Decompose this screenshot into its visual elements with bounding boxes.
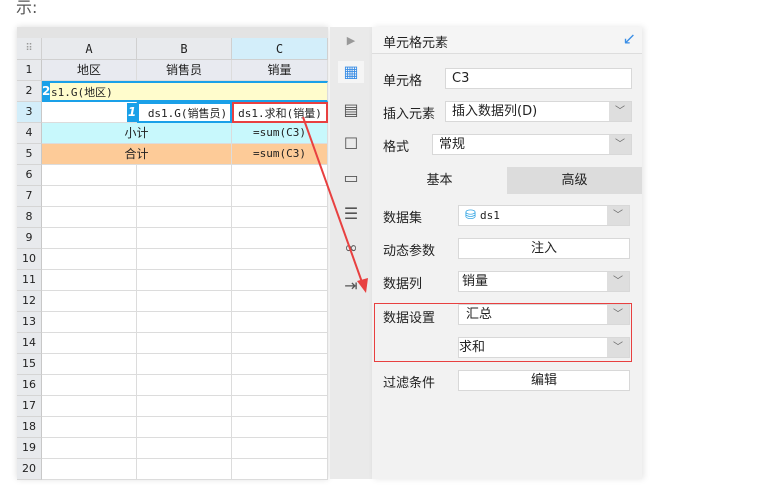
annotation-arrow [302,116,368,293]
